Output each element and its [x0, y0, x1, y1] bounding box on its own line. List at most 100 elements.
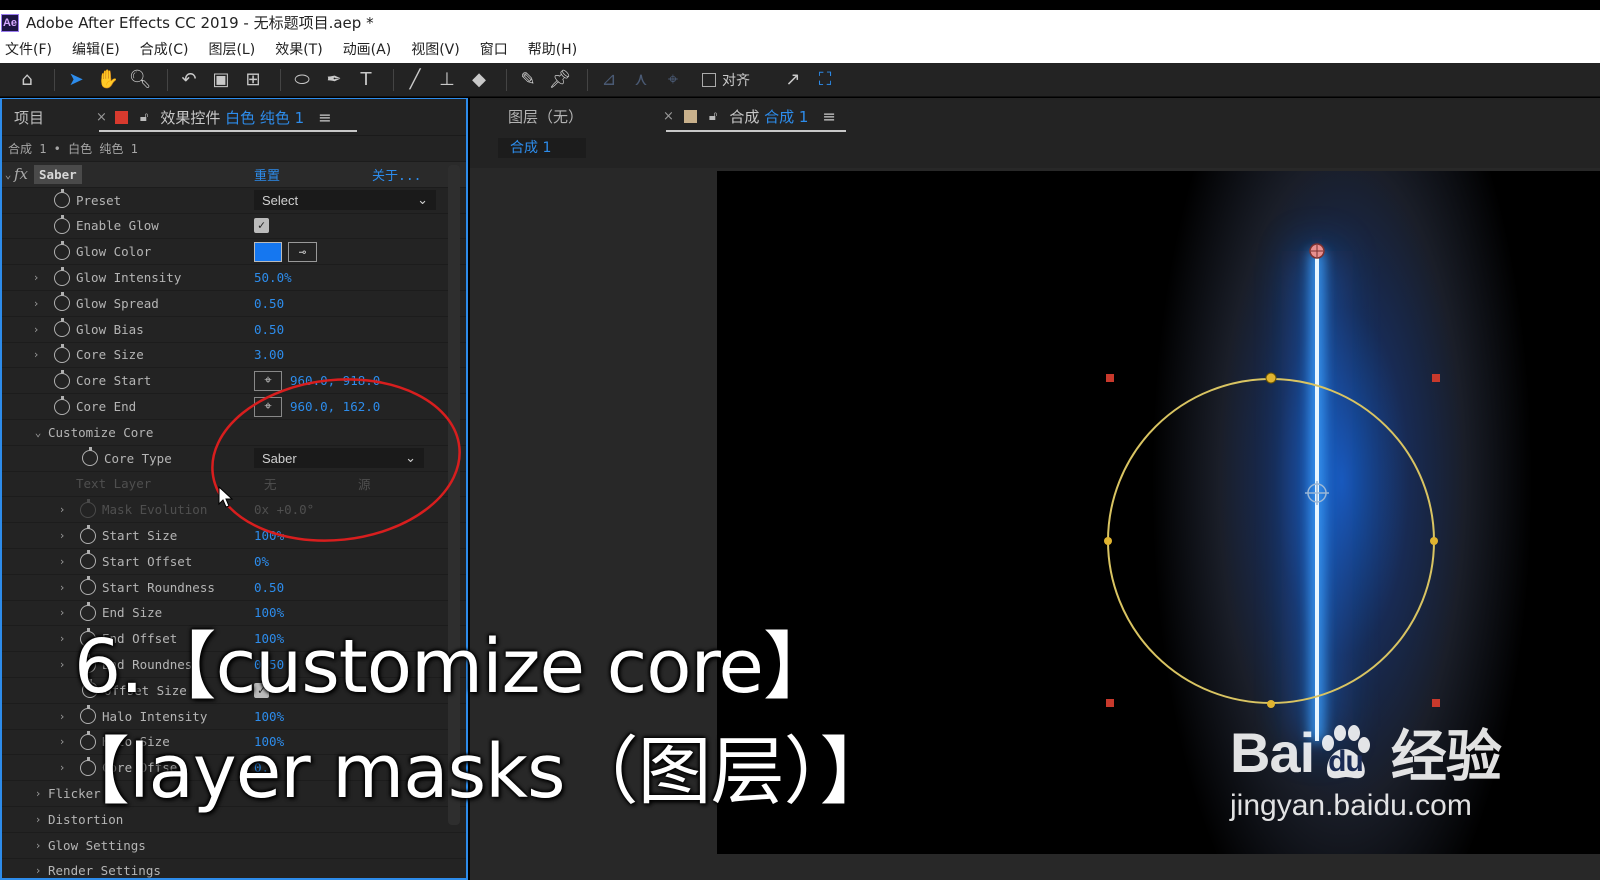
prop-value[interactable]: 50.0%	[254, 270, 292, 285]
menu-file[interactable]: 文件(F)	[5, 39, 52, 59]
align-toggle[interactable]: 对齐	[702, 70, 750, 90]
stopwatch-icon[interactable]	[54, 214, 70, 234]
eraser-tool-icon[interactable]: ◆	[466, 67, 492, 93]
brush-tool-icon[interactable]: ╱	[402, 67, 428, 93]
mask-path[interactable]	[1107, 378, 1435, 704]
stopwatch-icon[interactable]	[54, 369, 70, 389]
stopwatch-icon[interactable]	[54, 292, 70, 312]
glow-color-swatch[interactable]	[254, 241, 282, 262]
type-tool-icon[interactable]: T	[353, 67, 379, 93]
snap-icon[interactable]: ↗	[780, 67, 806, 93]
chevron-right-icon[interactable]: ›	[32, 839, 44, 852]
panel-menu-icon[interactable]: ≡	[318, 108, 331, 127]
tab-effect-controls[interactable]: 效果控件 白色 纯色 1	[160, 107, 304, 128]
zoom-tool-icon[interactable]: 🔍︎	[127, 67, 153, 93]
chevron-down-icon[interactable]: ⌄	[32, 426, 44, 439]
align-label: 对齐	[722, 72, 750, 89]
comp-breadcrumb[interactable]: 合成 1	[498, 138, 586, 158]
prop-glow-spread: › Glow Spread 0.50	[2, 291, 466, 317]
layer-bound-handle[interactable]	[1432, 374, 1440, 382]
local-axis-icon[interactable]: ⊿	[596, 67, 622, 93]
prop-value[interactable]: 0.50	[254, 322, 284, 337]
lock-icon[interactable]: 🔓︎	[140, 110, 148, 125]
chevron-right-icon[interactable]: ›	[30, 271, 42, 284]
menu-composition[interactable]: 合成(C)	[140, 39, 189, 59]
prop-label: Preset	[76, 192, 122, 208]
panel-menu-icon[interactable]: ≡	[822, 107, 835, 126]
stopwatch-icon[interactable]	[80, 550, 96, 570]
clone-stamp-tool-icon[interactable]: ⊥	[434, 67, 460, 93]
prop-value[interactable]: 0.50	[254, 296, 284, 311]
preset-dropdown[interactable]: Select ⌄	[254, 190, 436, 211]
chevron-right-icon[interactable]: ›	[56, 658, 68, 671]
tab-composition[interactable]: 合成 合成 1	[729, 106, 808, 127]
reset-link[interactable]: 重置	[254, 165, 280, 184]
effect-header-saber[interactable]: ⌄ fx Saber 重置 关于...	[2, 162, 466, 188]
tab-project[interactable]: 项目	[14, 107, 96, 128]
roto-brush-tool-icon[interactable]: ✎	[515, 67, 541, 93]
stopwatch-icon[interactable]	[54, 318, 70, 338]
chevron-right-icon[interactable]: ›	[56, 606, 68, 619]
layer-bound-handle[interactable]	[1106, 699, 1114, 707]
stopwatch-icon[interactable]	[54, 189, 70, 209]
hand-tool-icon[interactable]: ✋	[95, 67, 121, 93]
chevron-right-icon[interactable]: ›	[56, 529, 68, 542]
stopwatch-icon[interactable]	[54, 240, 70, 260]
chevron-right-icon[interactable]: ›	[30, 323, 42, 336]
pen-tool-icon[interactable]: ✒	[321, 67, 347, 93]
chevron-right-icon[interactable]: ›	[30, 348, 42, 361]
align-checkbox[interactable]	[702, 72, 716, 87]
menu-help[interactable]: 帮助(H)	[528, 39, 577, 59]
camera-tool-icon[interactable]: ▣	[208, 67, 234, 93]
about-link[interactable]: 关于...	[372, 165, 421, 184]
chevron-right-icon[interactable]: ›	[32, 787, 44, 800]
stopwatch-icon[interactable]	[54, 395, 70, 415]
layer-bound-handle[interactable]	[1432, 699, 1440, 707]
stopwatch-icon[interactable]	[54, 343, 70, 363]
chevron-right-icon[interactable]: ›	[32, 813, 44, 826]
chevron-right-icon[interactable]: ›	[56, 581, 68, 594]
close-icon[interactable]: ×	[663, 109, 674, 124]
mask-vertex-handle[interactable]	[1104, 537, 1112, 545]
fx-icon[interactable]: fx	[14, 165, 28, 183]
window-title: Adobe After Effects CC 2019 - 无标题项目.aep …	[26, 14, 374, 32]
stopwatch-icon[interactable]	[82, 447, 98, 467]
close-icon[interactable]: ×	[96, 110, 107, 125]
chevron-right-icon[interactable]: ›	[32, 864, 44, 877]
selection-tool-icon[interactable]: ➤	[63, 67, 89, 93]
tab-layer[interactable]: 图层（无）	[508, 106, 668, 127]
prop-value[interactable]: 0.50	[254, 580, 284, 595]
prop-value[interactable]: 3.00	[254, 347, 284, 362]
menu-edit[interactable]: 编辑(E)	[72, 39, 120, 59]
prop-value[interactable]: 0%	[254, 554, 269, 569]
mask-vertex-handle[interactable]	[1265, 372, 1277, 384]
mask-vertex-handle[interactable]	[1430, 537, 1438, 545]
puppet-pin-tool-icon[interactable]: 📌︎	[547, 67, 573, 93]
menu-animation[interactable]: 动画(A)	[343, 39, 392, 59]
menu-effect[interactable]: 效果(T)	[275, 39, 322, 59]
chevron-right-icon[interactable]: ›	[30, 297, 42, 310]
home-icon[interactable]: ⌂	[14, 67, 40, 93]
stopwatch-icon[interactable]	[80, 576, 96, 596]
mask-vertex-handle[interactable]	[1267, 700, 1275, 708]
pan-behind-tool-icon[interactable]: ⊞	[240, 67, 266, 93]
menu-view[interactable]: 视图(V)	[411, 39, 460, 59]
world-axis-icon[interactable]: ⋏	[628, 67, 654, 93]
eyedropper-icon[interactable]: ⊸	[288, 241, 317, 262]
menu-window[interactable]: 窗口	[480, 39, 508, 59]
rotate-tool-icon[interactable]: ↶	[176, 67, 202, 93]
stopwatch-icon[interactable]	[80, 524, 96, 544]
layer-bound-handle[interactable]	[1106, 374, 1114, 382]
snap-options-icon[interactable]: ⛶	[812, 67, 838, 93]
chevron-right-icon[interactable]: ›	[56, 555, 68, 568]
group-render-settings[interactable]: › Render Settings	[2, 859, 466, 878]
menu-layer[interactable]: 图层(L)	[208, 39, 255, 59]
lock-icon[interactable]: 🔓︎	[709, 109, 717, 124]
chevron-down-icon[interactable]: ⌄	[2, 168, 14, 181]
enable-glow-checkbox[interactable]: ✓	[254, 218, 269, 234]
group-glow-settings[interactable]: › Glow Settings	[2, 833, 466, 859]
stopwatch-icon[interactable]	[54, 266, 70, 286]
view-axis-icon[interactable]: ⌖	[660, 67, 686, 93]
ellipse-tool-icon[interactable]: ⬭	[289, 67, 315, 93]
chevron-right-icon[interactable]: ›	[56, 632, 68, 645]
